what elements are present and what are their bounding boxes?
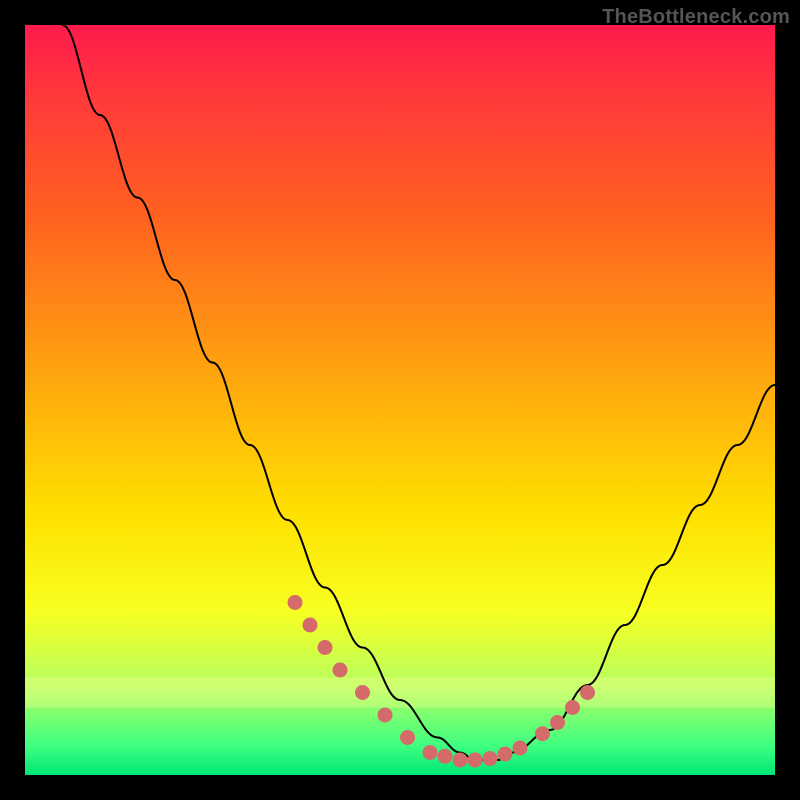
highlight-dot [513, 741, 527, 755]
highlight-dot [318, 641, 332, 655]
highlight-dot [483, 752, 497, 766]
highlight-dot [453, 753, 467, 767]
plot-area [25, 25, 775, 775]
highlight-dot [288, 596, 302, 610]
highlight-dot [468, 753, 482, 767]
highlight-dot [401, 731, 415, 745]
highlight-dot [566, 701, 580, 715]
highlight-dot [438, 749, 452, 763]
highlight-dot [498, 747, 512, 761]
highlight-dot [333, 663, 347, 677]
highlight-dot [423, 746, 437, 760]
plot-svg [25, 25, 775, 775]
haze-band [25, 678, 775, 708]
highlight-dot [303, 618, 317, 632]
highlight-dot [378, 708, 392, 722]
highlight-dot [551, 716, 565, 730]
highlight-dot [581, 686, 595, 700]
highlight-dot [536, 727, 550, 741]
highlight-dot [356, 686, 370, 700]
chart-frame: TheBottleneck.com [0, 0, 800, 800]
bottleneck-curve [63, 25, 776, 760]
